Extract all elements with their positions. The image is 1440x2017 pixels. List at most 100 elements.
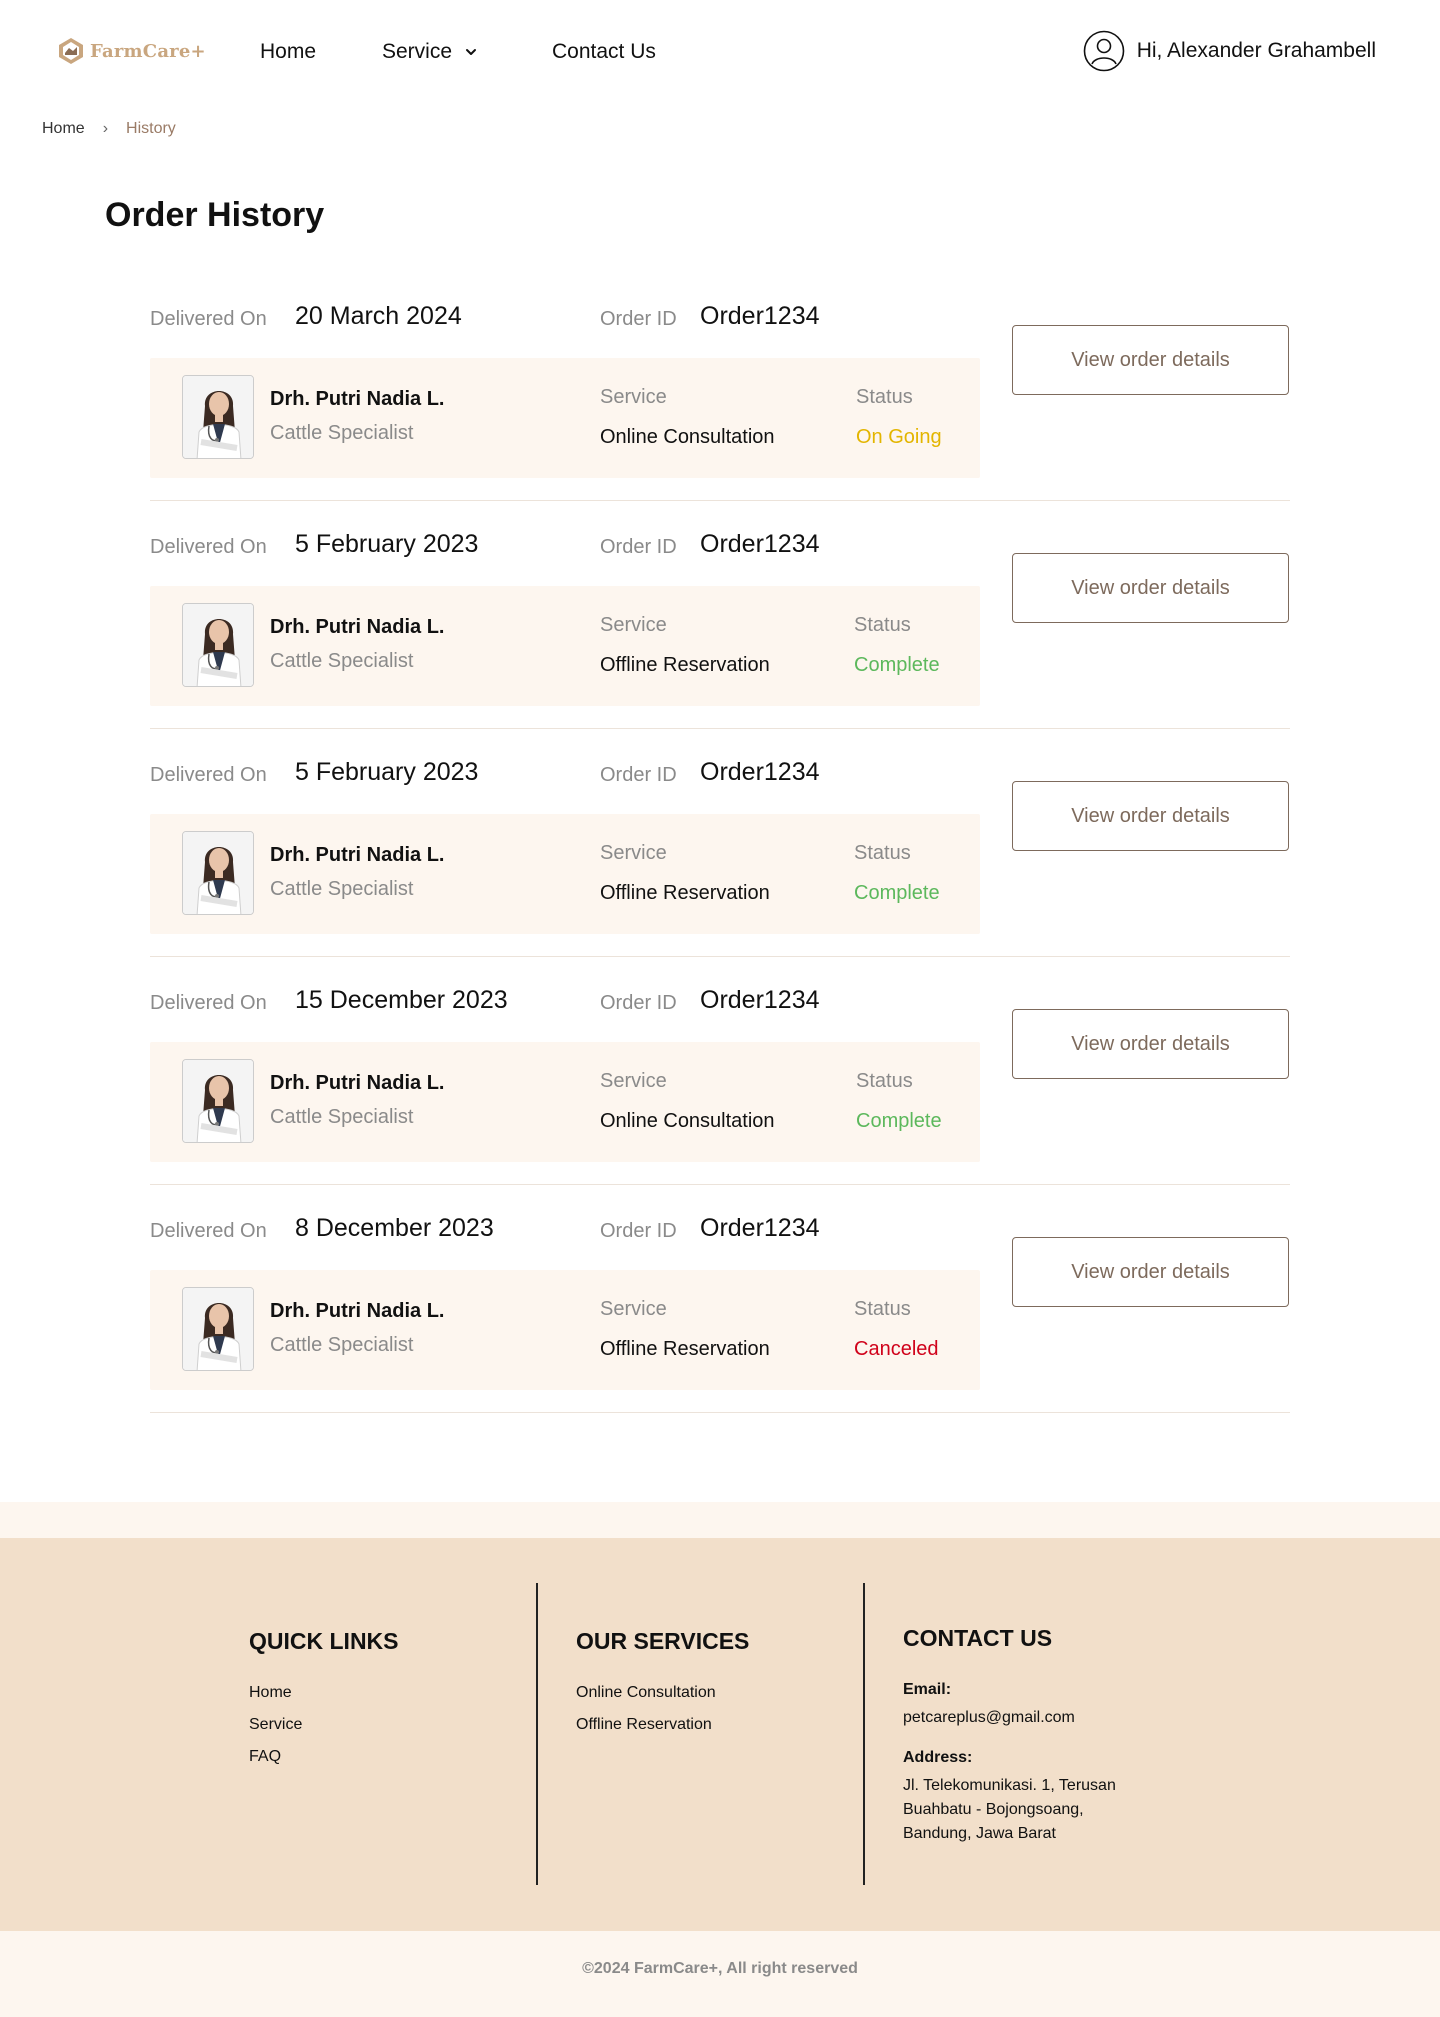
service-value: Offline Reservation xyxy=(600,654,770,676)
delivered-date: 5 February 2023 xyxy=(295,530,479,558)
order-card: Drh. Putri Nadia L. Cattle Specialist Se… xyxy=(150,358,980,478)
status-label: Status xyxy=(856,386,913,408)
doctor-photo-icon xyxy=(183,604,253,686)
doctor-specialty: Cattle Specialist xyxy=(270,1106,414,1128)
nav-contact-us[interactable]: Contact Us xyxy=(552,40,656,64)
order-id-value: Order1234 xyxy=(700,758,820,786)
order-entry: Delivered On 5 February 2023 Order ID Or… xyxy=(150,528,1290,756)
doctor-avatar xyxy=(182,831,254,915)
doctor-specialty: Cattle Specialist xyxy=(270,1334,414,1356)
order-id-label: Order ID xyxy=(600,308,677,330)
nav-service-label: Service xyxy=(382,40,453,63)
order-id-label: Order ID xyxy=(600,536,677,558)
view-order-details-button[interactable]: View order details xyxy=(1012,1237,1289,1307)
status-label: Status xyxy=(854,614,911,636)
service-value: Offline Reservation xyxy=(600,882,770,904)
footer-link-offline-reservation[interactable]: Offline Reservation xyxy=(576,1716,712,1734)
footer-link-home[interactable]: Home xyxy=(249,1684,292,1702)
delivered-on-label: Delivered On xyxy=(150,536,267,558)
status-value: On Going xyxy=(856,426,942,448)
doctor-name: Drh. Putri Nadia L. xyxy=(270,1072,445,1094)
order-id-value: Order1234 xyxy=(700,530,820,558)
doctor-name: Drh. Putri Nadia L. xyxy=(270,1300,445,1322)
user-profile-menu[interactable]: Hi, Alexander Grahambell xyxy=(1083,30,1376,72)
footer xyxy=(0,1538,1440,1931)
order-card: Drh. Putri Nadia L. Cattle Specialist Se… xyxy=(150,1042,980,1162)
status-label: Status xyxy=(854,1298,911,1320)
copyright-text: ©2024 FarmCare+, All right reserved xyxy=(582,1960,858,1977)
order-id-label: Order ID xyxy=(600,1220,677,1242)
service-label: Service xyxy=(600,1298,667,1320)
order-id-value: Order1234 xyxy=(700,302,820,330)
view-order-details-button[interactable]: View order details xyxy=(1012,781,1289,851)
nav-service-dropdown[interactable]: Service xyxy=(382,40,478,64)
doctor-photo-icon xyxy=(183,1060,253,1142)
order-id-label: Order ID xyxy=(600,992,677,1014)
view-order-details-button[interactable]: View order details xyxy=(1012,1009,1289,1079)
order-card: Drh. Putri Nadia L. Cattle Specialist Se… xyxy=(150,1270,980,1390)
footer-email-value[interactable]: petcareplus@gmail.com xyxy=(903,1706,1075,1730)
doctor-specialty: Cattle Specialist xyxy=(270,422,414,444)
delivered-on-label: Delivered On xyxy=(150,308,267,330)
doctor-name: Drh. Putri Nadia L. xyxy=(270,844,445,866)
footer-our-services-title: OUR SERVICES xyxy=(576,1628,750,1654)
chevron-right-icon: › xyxy=(102,120,109,137)
user-avatar-icon xyxy=(1083,30,1125,72)
service-label: Service xyxy=(600,1070,667,1092)
service-label: Service xyxy=(600,386,667,408)
logo-text: FarmCare+ xyxy=(90,40,206,62)
breadcrumb-current: History xyxy=(126,120,176,137)
status-label: Status xyxy=(854,842,911,864)
order-entry: Delivered On 5 February 2023 Order ID Or… xyxy=(150,756,1290,984)
view-order-details-button[interactable]: View order details xyxy=(1012,325,1289,395)
footer-address-label: Address: xyxy=(903,1749,973,1766)
service-value: Offline Reservation xyxy=(600,1338,770,1360)
view-order-details-button[interactable]: View order details xyxy=(1012,553,1289,623)
order-card: Drh. Putri Nadia L. Cattle Specialist Se… xyxy=(150,586,980,706)
footer-email-label: Email: xyxy=(903,1681,952,1698)
nav-home[interactable]: Home xyxy=(260,40,316,64)
footer-divider xyxy=(863,1583,865,1885)
farmcare-logo[interactable]: FarmCare+ xyxy=(56,36,206,66)
order-divider xyxy=(150,500,1290,501)
footer-address-line: Jl. Telekomunikasi. 1, Terusan xyxy=(903,1777,1116,1794)
footer-link-faq[interactable]: FAQ xyxy=(249,1748,281,1766)
top-navbar: FarmCare+ Home Service Contact Us Hi, Al… xyxy=(0,0,1440,104)
doctor-photo-icon xyxy=(183,376,253,458)
delivered-on-label: Delivered On xyxy=(150,992,267,1014)
breadcrumb-home[interactable]: Home xyxy=(42,120,85,138)
footer-quick-links-title: QUICK LINKS xyxy=(249,1628,399,1654)
footer-address-line: Buahbatu - Bojongsoang, xyxy=(903,1801,1084,1818)
order-card: Drh. Putri Nadia L. Cattle Specialist Se… xyxy=(150,814,980,934)
doctor-avatar xyxy=(182,1059,254,1143)
order-entry: Delivered On 20 March 2024 Order ID Orde… xyxy=(150,300,1290,528)
delivered-date: 20 March 2024 xyxy=(295,302,462,330)
order-divider xyxy=(150,1412,1290,1413)
status-value: Canceled xyxy=(854,1338,939,1360)
order-id-label: Order ID xyxy=(600,764,677,786)
logo-icon xyxy=(59,38,83,64)
doctor-name: Drh. Putri Nadia L. xyxy=(270,616,445,638)
service-label: Service xyxy=(600,614,667,636)
footer-address-line: Bandung, Jawa Barat xyxy=(903,1825,1056,1842)
doctor-avatar xyxy=(182,1287,254,1371)
breadcrumb: Home › History xyxy=(42,120,176,138)
nav-contact-label: Contact Us xyxy=(552,40,656,63)
order-entry: Delivered On 8 December 2023 Order ID Or… xyxy=(150,1212,1290,1440)
doctor-photo-icon xyxy=(183,832,253,914)
doctor-photo-icon xyxy=(183,1288,253,1370)
chevron-down-icon xyxy=(466,49,477,55)
status-value: Complete xyxy=(854,654,940,676)
delivered-on-label: Delivered On xyxy=(150,1220,267,1242)
user-greeting: Hi, Alexander Grahambell xyxy=(1136,39,1376,62)
service-value: Online Consultation xyxy=(600,1110,775,1132)
footer-link-online-consultation[interactable]: Online Consultation xyxy=(576,1684,716,1702)
delivered-date: 15 December 2023 xyxy=(295,986,508,1014)
order-divider xyxy=(150,1184,1290,1185)
order-divider xyxy=(150,728,1290,729)
nav-home-label: Home xyxy=(260,40,317,63)
status-label: Status xyxy=(856,1070,913,1092)
footer-link-service[interactable]: Service xyxy=(249,1716,302,1734)
doctor-specialty: Cattle Specialist xyxy=(270,878,414,900)
order-divider xyxy=(150,956,1290,957)
